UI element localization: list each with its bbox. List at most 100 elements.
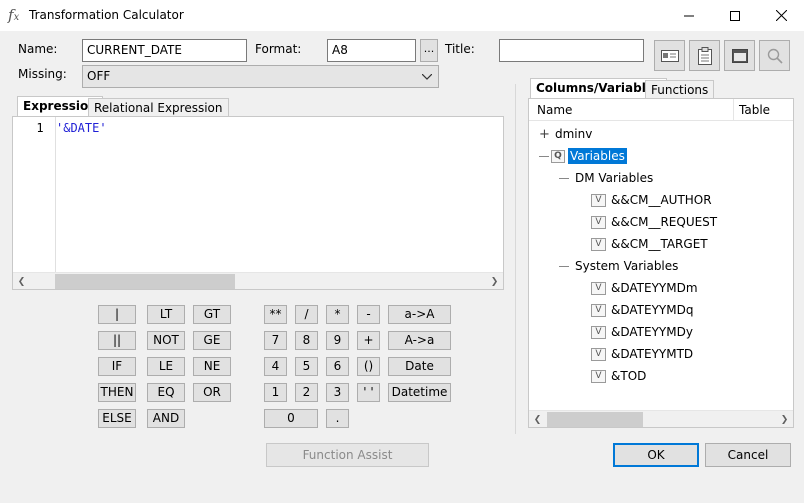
- col-name-header[interactable]: Name: [537, 103, 572, 117]
- calc-lower[interactable]: A->a: [388, 331, 451, 350]
- maximize-button[interactable]: [712, 0, 758, 31]
- calc-concat[interactable]: ||: [98, 331, 136, 350]
- collapse-minus-icon[interactable]: [539, 155, 549, 157]
- tree-item[interactable]: V &DATEYYMTD: [591, 345, 693, 363]
- search-icon: [767, 48, 783, 64]
- scroll-left-icon[interactable]: ❮: [13, 273, 30, 290]
- title-label: Title:: [445, 42, 475, 56]
- scroll-thumb[interactable]: [547, 412, 643, 427]
- title-input[interactable]: [499, 39, 644, 62]
- calc-not[interactable]: NOT: [147, 331, 185, 350]
- calc-or-pipe[interactable]: |: [98, 305, 136, 324]
- expand-plus-icon[interactable]: +: [539, 127, 550, 142]
- calc-if[interactable]: IF: [98, 357, 136, 376]
- line-number: 1: [36, 121, 44, 135]
- col-table-header[interactable]: Table: [739, 103, 770, 117]
- scroll-right-icon[interactable]: ❯: [486, 273, 503, 290]
- format-browse-button[interactable]: ...: [420, 39, 438, 62]
- tree-label: &DATEYYMDq: [611, 303, 694, 317]
- calc-2[interactable]: 2: [295, 383, 318, 402]
- cancel-button[interactable]: Cancel: [705, 443, 791, 467]
- tree-item[interactable]: V &TOD: [591, 367, 646, 385]
- calc-lt[interactable]: LT: [147, 305, 185, 324]
- tree-node-dminv[interactable]: + dminv: [539, 125, 592, 143]
- scroll-thumb[interactable]: [55, 274, 235, 289]
- name-input[interactable]: CURRENT_DATE: [82, 39, 247, 62]
- ok-button[interactable]: OK: [613, 443, 699, 467]
- editor-hscrollbar[interactable]: ❮ ❯: [13, 272, 503, 289]
- calc-ge[interactable]: GE: [193, 331, 231, 350]
- columns-tree[interactable]: Name Table + dminv Q Variables DM Variab…: [528, 98, 794, 428]
- calc-and[interactable]: AND: [147, 409, 185, 428]
- format-input[interactable]: A8: [327, 39, 416, 62]
- scroll-right-icon[interactable]: ❯: [776, 411, 793, 428]
- tree-hscrollbar[interactable]: ❮ ❯: [529, 410, 793, 427]
- calc-multiply[interactable]: *: [326, 305, 349, 324]
- tree-item[interactable]: V &DATEYYMDm: [591, 279, 698, 297]
- tab-relational-expression[interactable]: Relational Expression: [88, 98, 229, 118]
- calc-plus[interactable]: +: [357, 331, 380, 350]
- calc-5[interactable]: 5: [295, 357, 318, 376]
- calc-divide[interactable]: /: [295, 305, 318, 324]
- calc-dot[interactable]: .: [326, 409, 349, 428]
- calc-upper[interactable]: a->A: [388, 305, 451, 324]
- tree-item[interactable]: V &DATEYYMDq: [591, 301, 693, 319]
- tree-label: Variables: [568, 148, 627, 164]
- calc-4[interactable]: 4: [264, 357, 287, 376]
- calc-le[interactable]: LE: [147, 357, 185, 376]
- clipboard-button[interactable]: [689, 40, 720, 71]
- variable-icon: V: [591, 303, 606, 317]
- calc-gt[interactable]: GT: [193, 305, 231, 324]
- calc-minus[interactable]: -: [357, 305, 380, 324]
- calc-1[interactable]: 1: [264, 383, 287, 402]
- variable-icon: V: [591, 215, 606, 229]
- calc-power[interactable]: **: [264, 305, 287, 324]
- tree-node-dm-variables[interactable]: DM Variables: [559, 169, 653, 187]
- scroll-left-icon[interactable]: ❮: [529, 411, 546, 428]
- calc-ne[interactable]: NE: [193, 357, 231, 376]
- expression-editor[interactable]: 1 '&DATE' ❮ ❯: [12, 116, 504, 290]
- calc-eq[interactable]: EQ: [147, 383, 185, 402]
- tree-header: Name Table: [529, 99, 793, 121]
- calc-date[interactable]: Date: [388, 357, 451, 376]
- tree-item[interactable]: V &&CM__TARGET: [591, 235, 708, 253]
- tree-label: &&CM__REQUEST: [611, 215, 718, 229]
- calc-0[interactable]: 0: [264, 409, 318, 428]
- calc-quotes[interactable]: ' ': [357, 383, 380, 402]
- calc-datetime[interactable]: Datetime: [388, 383, 451, 402]
- tree-label: &&CM__TARGET: [611, 237, 708, 251]
- variable-icon: V: [591, 281, 606, 295]
- calc-7[interactable]: 7: [264, 331, 287, 350]
- tree-node-variables[interactable]: Q Variables: [539, 147, 627, 165]
- id-card-button[interactable]: [654, 40, 685, 71]
- calc-else[interactable]: ELSE: [98, 409, 136, 428]
- close-button[interactable]: [758, 0, 804, 31]
- close-icon: [775, 10, 787, 21]
- window-button[interactable]: [724, 40, 755, 71]
- calc-then[interactable]: THEN: [98, 383, 136, 402]
- calc-9[interactable]: 9: [326, 331, 349, 350]
- tree-item[interactable]: V &&CM__REQUEST: [591, 213, 717, 231]
- tab-functions[interactable]: Functions: [645, 80, 715, 100]
- collapse-minus-icon[interactable]: [559, 177, 569, 179]
- code-line[interactable]: '&DATE': [56, 121, 107, 135]
- search-button[interactable]: [759, 40, 790, 71]
- calc-parens[interactable]: (): [357, 357, 380, 376]
- tree-label: dminv: [555, 127, 593, 141]
- fx-icon: fx: [8, 6, 20, 24]
- tree-item[interactable]: V &DATEYYMDy: [591, 323, 693, 341]
- tree-label: System Variables: [575, 259, 679, 273]
- calc-3[interactable]: 3: [326, 383, 349, 402]
- collapse-minus-icon[interactable]: [559, 265, 569, 267]
- line-gutter: 1: [13, 117, 55, 272]
- calc-8[interactable]: 8: [295, 331, 318, 350]
- calc-or[interactable]: OR: [193, 383, 231, 402]
- calc-6[interactable]: 6: [326, 357, 349, 376]
- missing-select[interactable]: OFF: [82, 65, 439, 88]
- function-assist-button[interactable]: Function Assist: [266, 443, 429, 467]
- tree-node-system-variables[interactable]: System Variables: [559, 257, 678, 275]
- name-label: Name:: [18, 42, 58, 56]
- missing-value: OFF: [87, 69, 111, 83]
- tree-item[interactable]: V &&CM__AUTHOR: [591, 191, 712, 209]
- minimize-button[interactable]: [666, 0, 712, 31]
